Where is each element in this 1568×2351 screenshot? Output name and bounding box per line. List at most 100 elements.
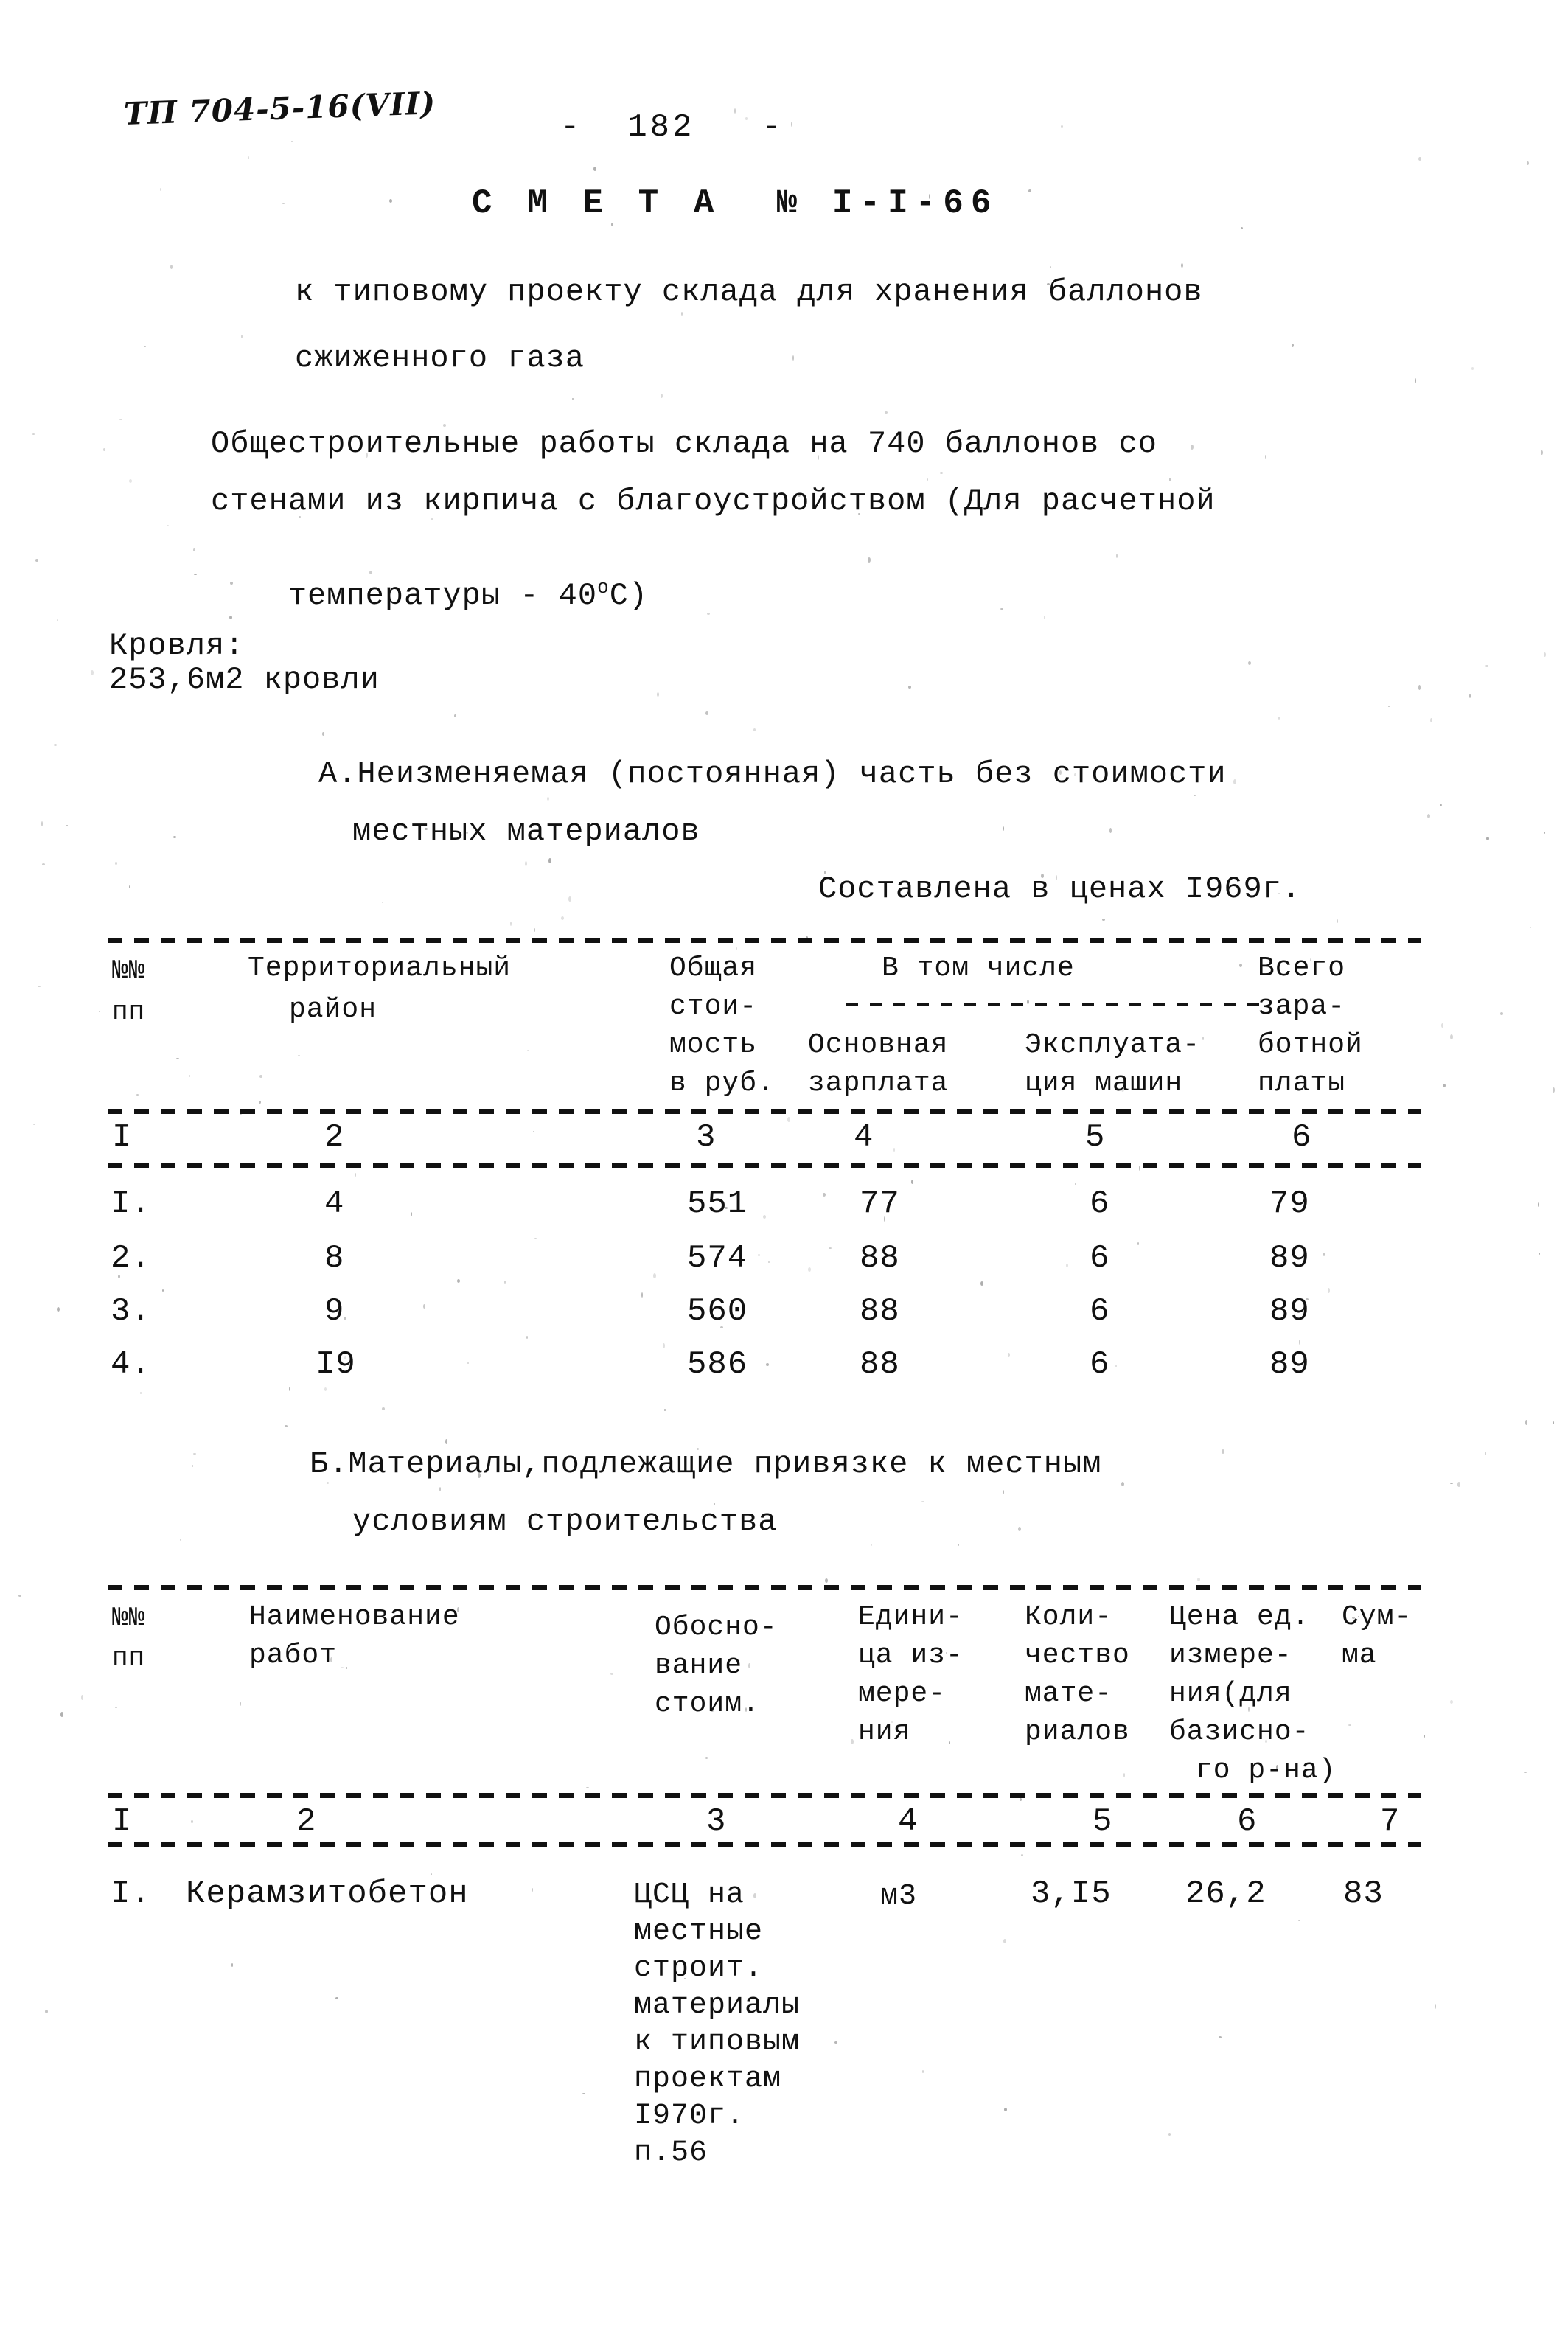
table-b-header-qty-line4: риалов (1025, 1716, 1130, 1748)
table-a-group-underline (846, 1003, 1259, 1006)
table-a-row-4-machines: 6 (1090, 1346, 1110, 1383)
table-a-header-group-label: В том числе (882, 952, 1075, 984)
table-a-row-3-machines: 6 (1090, 1293, 1110, 1330)
table-b-row-1-unit: м3 (880, 1880, 918, 1913)
table-b-colnum-bottom-rule (108, 1842, 1421, 1847)
roof-value: 253,6м2 кровли (109, 662, 380, 697)
description-temperature-text: температуры - 40 (288, 578, 598, 613)
table-b-header-price-line3: ния(для (1169, 1678, 1292, 1710)
table-b-header-qty-line3: мате- (1025, 1678, 1113, 1710)
table-b-row-1-basis-line-5: к типовым (634, 2026, 801, 2059)
table-a-colnum-1: I (112, 1119, 133, 1156)
table-a-row-2-all-wages: 89 (1269, 1240, 1310, 1277)
document-page: ТП 704-5-16(VII) - 182 - С М Е Т А № I-I… (0, 0, 1568, 2351)
table-b-header-price-line2: измере- (1169, 1640, 1292, 1671)
table-a-header-all-line3: ботной (1258, 1029, 1363, 1061)
table-b-header-sum-line2: ма (1342, 1640, 1377, 1671)
table-a-header-all-line2: зара- (1258, 991, 1346, 1023)
table-a-colnum-2: 2 (324, 1119, 345, 1156)
degree-symbol: o (597, 577, 610, 599)
table-a-row-1-no: I. (111, 1185, 151, 1222)
table-b-header-qty-line2: чество (1025, 1640, 1130, 1671)
table-a-top-rule (108, 938, 1421, 943)
table-b-top-rule (108, 1585, 1421, 1590)
page-title: С М Е Т А № I-I-66 (472, 184, 999, 223)
table-a-row-4-all-wages: 89 (1269, 1346, 1310, 1383)
table-b-header-basis-line3: стоим. (655, 1688, 760, 1720)
roof-label: Кровля: (109, 628, 245, 663)
table-b-row-1-basis-line-1: ЦСЦ на (634, 1878, 745, 1912)
table-b-row-1-basis-line-2: местные (634, 1915, 764, 1948)
description-line-3: температуры - 40oС) (211, 541, 648, 649)
table-b-header-qty-line1: Коли- (1025, 1601, 1113, 1633)
description-line-2: стенами из кирпича с благоустройством (Д… (211, 484, 1216, 519)
table-a-colnum-6: 6 (1292, 1119, 1312, 1156)
table-b-colnum-2: 2 (296, 1803, 317, 1840)
table-a-row-1-machines: 6 (1090, 1185, 1110, 1222)
table-a-row-1-district: 4 (324, 1185, 345, 1222)
section-b-heading-line-2: условиям строительства (352, 1504, 778, 1539)
table-a-colnum-top-rule (108, 1109, 1421, 1114)
table-b-colnum-1: I (112, 1803, 133, 1840)
table-a-header-num-line2: пп (112, 997, 146, 1027)
section-b-heading-line-1: Б.Материалы,подлежащие привязке к местны… (310, 1446, 1102, 1482)
subtitle-line-1: к типовому проекту склада для хранения б… (295, 274, 1203, 310)
table-b-colnum-4: 4 (898, 1803, 919, 1840)
table-a-row-3-district: 9 (324, 1293, 345, 1330)
table-b-header-unit-line4: ния (858, 1716, 911, 1748)
table-a-row-2-total: 574 (687, 1240, 748, 1277)
table-b-colnum-5: 5 (1093, 1803, 1113, 1840)
table-a-row-2-no: 2. (111, 1240, 151, 1277)
table-b-header-price-line1: Цена ед. (1169, 1601, 1310, 1633)
table-a-header-machines-line1: Эксплуата- (1025, 1029, 1201, 1061)
table-a-row-3-no: 3. (111, 1293, 151, 1330)
table-a-row-3-total: 560 (687, 1293, 748, 1330)
section-a-heading-line-1: А.Неизменяемая (постоянная) часть без ст… (318, 756, 1227, 792)
table-b-row-1-name: Керамзитобетон (186, 1875, 469, 1912)
handwritten-project-code: ТП 704-5-16(VII) (123, 85, 436, 132)
table-b-row-1-no: I. (111, 1875, 151, 1912)
table-a-row-4-wages: 88 (860, 1346, 900, 1383)
table-a-header-district-line2: район (289, 994, 377, 1025)
table-b-header-price-line4: базисно- (1169, 1716, 1310, 1748)
page-number: - 182 - (560, 109, 785, 146)
table-a-header-total-line2: стои- (669, 991, 758, 1023)
table-b-header-unit-line2: ца из- (858, 1640, 964, 1671)
table-b-header-num-line1: №№ (112, 1603, 146, 1633)
table-b-row-1-basis-line-3: строит. (634, 1952, 764, 1985)
table-a-row-3-wages: 88 (860, 1293, 900, 1330)
table-b-row-1-basis-line-4: материалы (634, 1989, 801, 2022)
table-a-header-all-line1: Всего (1258, 952, 1346, 984)
table-b-header-num-line2: пп (112, 1643, 146, 1673)
subtitle-line-2: сжиженного газа (295, 341, 585, 376)
table-a-row-1-all-wages: 79 (1269, 1185, 1310, 1222)
table-a-row-4-district: I9 (316, 1346, 356, 1383)
table-b-row-1-price: 26,2 (1185, 1875, 1266, 1912)
table-b-row-1-qty: 3,I5 (1031, 1875, 1112, 1912)
table-b-header-basis-line1: Обосно- (655, 1612, 778, 1643)
table-a-row-4-no: 4. (111, 1346, 151, 1383)
table-a-header-total-line1: Общая (669, 952, 758, 984)
table-b-header-basis-line2: вание (655, 1650, 743, 1682)
table-a-colnum-5: 5 (1085, 1119, 1106, 1156)
table-a-row-3-all-wages: 89 (1269, 1293, 1310, 1330)
description-line-1: Общестроительные работы склада на 740 ба… (211, 426, 1158, 462)
table-a-header-num-line1: №№ (112, 955, 146, 986)
table-b-row-1-sum: 83 (1343, 1875, 1384, 1912)
table-a-header-wages-line1: Основная (808, 1029, 949, 1061)
table-a-colnum-3: 3 (696, 1119, 717, 1156)
table-a-row-1-wages: 77 (860, 1185, 900, 1222)
table-b-header-sum-line1: Сум- (1342, 1601, 1412, 1633)
table-a-row-4-total: 586 (687, 1346, 748, 1383)
table-b-row-1-basis-line-8: п.56 (634, 2136, 708, 2170)
table-a-colnum-4: 4 (854, 1119, 874, 1156)
table-b-header-unit-line3: мере- (858, 1678, 947, 1710)
table-b-header-name-line1: Наименование (249, 1601, 460, 1633)
table-a-header-machines-line2: ция машин (1025, 1067, 1183, 1099)
table-b-header-unit-line1: Едини- (858, 1601, 964, 1633)
table-b-colnum-7: 7 (1380, 1803, 1401, 1840)
table-a-header-all-line4: платы (1258, 1067, 1346, 1099)
section-a-heading-line-2: местных материалов (352, 814, 700, 849)
table-a-row-2-machines: 6 (1090, 1240, 1110, 1277)
table-a-row-2-wages: 88 (860, 1240, 900, 1277)
